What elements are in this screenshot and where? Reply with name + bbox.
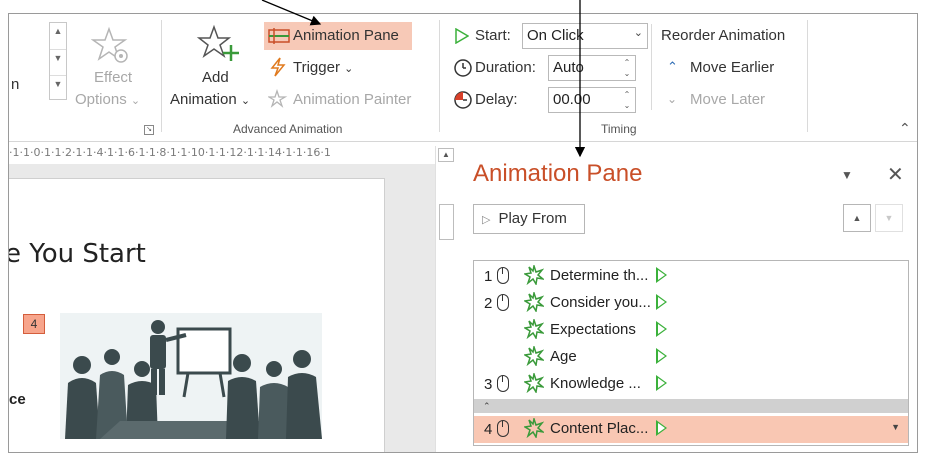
annotation-arrows [261,0,586,158]
